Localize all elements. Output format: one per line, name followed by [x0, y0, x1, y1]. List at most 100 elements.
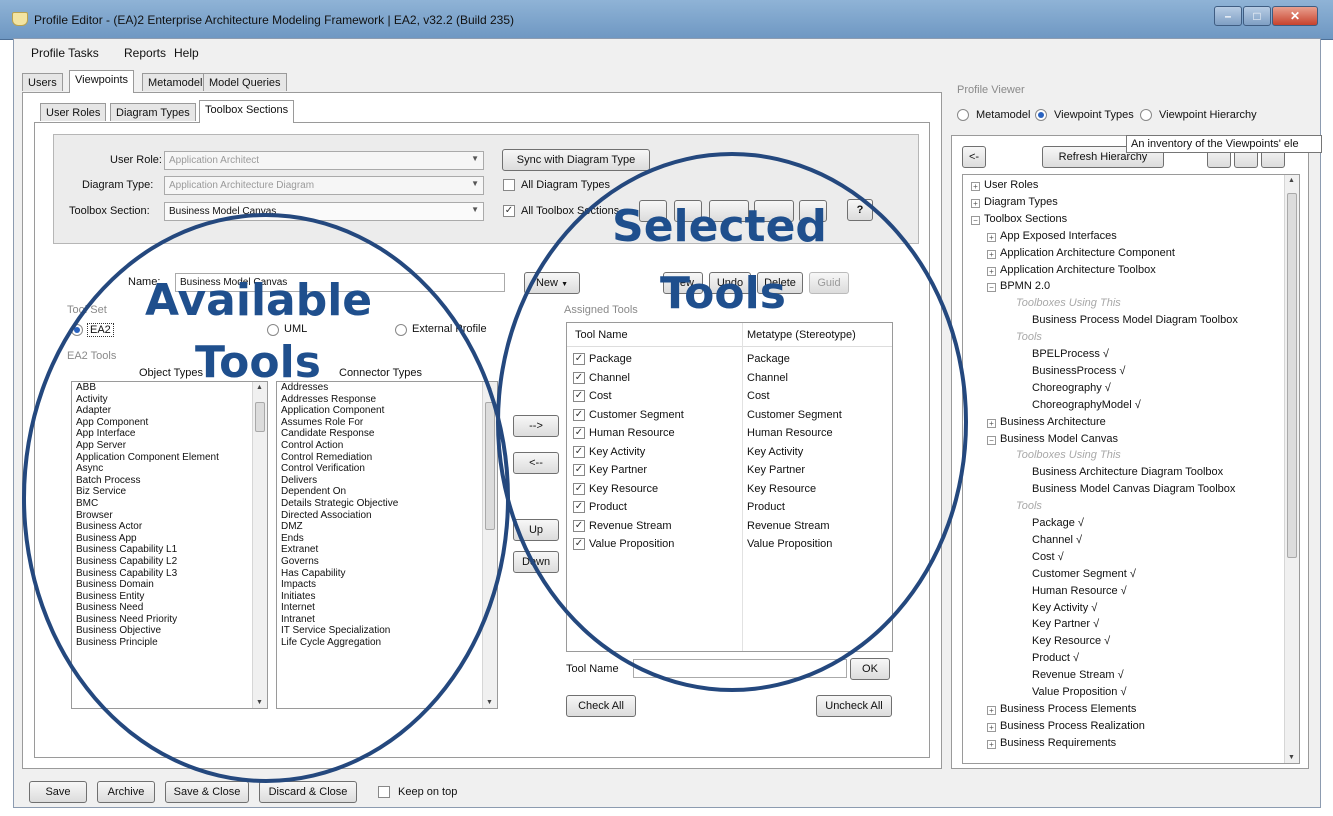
tab-viewpoints[interactable]: Viewpoints	[69, 70, 134, 93]
tree-node[interactable]: Tools	[1016, 500, 1042, 512]
profile-viewer-label: Profile Viewer	[957, 84, 1025, 96]
tree-node[interactable]: Toolboxes Using This	[1016, 449, 1121, 461]
viewer-viewpoint-types-radio[interactable]	[1035, 109, 1047, 121]
keep-on-top-checkbox[interactable]	[378, 786, 390, 798]
viewer-metamodel-radio[interactable]	[957, 109, 969, 121]
expand-icon[interactable]: +	[987, 739, 996, 749]
tree-node[interactable]: BusinessProcess √	[1032, 365, 1125, 377]
tree-node[interactable]: Channel √	[1032, 534, 1082, 546]
keep-on-top-label: Keep on top	[398, 786, 458, 798]
tree-node[interactable]: Revenue Stream √	[1032, 669, 1124, 681]
user-role-select[interactable]: Application Architect ▼	[164, 151, 484, 170]
tree-node[interactable]: Package √	[1032, 517, 1084, 529]
tree-node[interactable]: Business Process Realization	[1000, 720, 1145, 732]
expand-icon[interactable]: +	[987, 705, 996, 715]
profile-viewer-panel: <- Refresh Hierarchy + User Roles + Diagram…	[951, 135, 1309, 769]
tree-node[interactable]: Key Partner √	[1032, 618, 1099, 630]
tab-metamodel[interactable]: Metamodel	[142, 73, 209, 91]
tab-diagram-types[interactable]: Diagram Types	[110, 103, 196, 121]
tree-node[interactable]: Toolbox Sections	[984, 213, 1067, 225]
chevron-down-icon: ▼	[471, 154, 479, 163]
title-bar: Profile Editor - (EA)2 Enterprise Archit…	[0, 0, 1333, 40]
expand-icon[interactable]: +	[987, 266, 996, 276]
tree-node[interactable]: Business Process Model Diagram Toolbox	[1032, 314, 1238, 326]
app-icon	[12, 12, 28, 26]
diagram-type-select[interactable]: Application Architecture Diagram ▼	[164, 176, 484, 195]
menu-reports[interactable]: Reports	[124, 46, 166, 60]
collapse-icon[interactable]: −	[987, 435, 996, 445]
tab-user-roles[interactable]: User Roles	[40, 103, 107, 121]
tree-node[interactable]: Choreography √	[1032, 382, 1111, 394]
expand-icon[interactable]: +	[987, 722, 996, 732]
minimize-button[interactable]: –	[1214, 6, 1242, 26]
collapse-icon[interactable]: −	[987, 283, 996, 293]
tab-users[interactable]: Users	[22, 73, 63, 91]
viewer-viewpoint-hierarchy-radio[interactable]	[1140, 109, 1152, 121]
viewer-tooltip: An inventory of the Viewpoints' ele	[1126, 135, 1322, 153]
diagram-type-value: Application Architecture Diagram	[169, 180, 315, 191]
tree-node[interactable]: Customer Segment √	[1032, 568, 1136, 580]
save-button[interactable]: Save	[29, 781, 87, 803]
all-diagram-types-checkbox[interactable]	[503, 179, 515, 191]
tree-node[interactable]: ChoreographyModel √	[1032, 399, 1141, 411]
tree-node[interactable]: Value Proposition √	[1032, 686, 1127, 698]
viewer-viewpoint-types-label: Viewpoint Types	[1054, 109, 1134, 121]
scroll-up-icon: ▲	[1288, 177, 1295, 184]
user-role-label: User Role:	[110, 154, 162, 166]
tree-node[interactable]: Key Resource √	[1032, 635, 1110, 647]
maximize-button[interactable]: □	[1243, 6, 1271, 26]
uncheck-all-button[interactable]: Uncheck All	[816, 695, 892, 717]
tree-node[interactable]: Key Activity √	[1032, 602, 1097, 614]
tree-node[interactable]: App Exposed Interfaces	[1000, 230, 1117, 242]
viewer-back-button[interactable]: <-	[962, 146, 986, 168]
tree-node[interactable]: Business Architecture Diagram Toolbox	[1032, 466, 1223, 478]
tree-node[interactable]: Business Model Canvas Diagram Toolbox	[1032, 483, 1235, 495]
tree-node[interactable]: Business Model Canvas	[1000, 433, 1118, 445]
toolbox-section-select[interactable]: Business Model Canvas ▼	[164, 202, 484, 221]
archive-button[interactable]: Archive	[97, 781, 155, 803]
tree-node[interactable]: Tools	[1016, 331, 1042, 343]
tree-node[interactable]: BPMN 2.0	[1000, 280, 1050, 292]
chevron-down-icon: ▼	[471, 205, 479, 214]
tree-node[interactable]: Application Architecture Toolbox	[1000, 264, 1156, 276]
tool-name-label: Tool Name	[566, 663, 619, 675]
expand-icon[interactable]: +	[987, 249, 996, 259]
expand-icon[interactable]: +	[987, 232, 996, 242]
window-title: Profile Editor - (EA)2 Enterprise Archit…	[34, 13, 514, 27]
tab-toolbox-sections[interactable]: Toolbox Sections	[199, 100, 295, 123]
viewer-viewpoint-hierarchy-label: Viewpoint Hierarchy	[1159, 109, 1257, 121]
close-button[interactable]: ✕	[1272, 6, 1318, 26]
discard-close-button[interactable]: Discard & Close	[259, 781, 357, 803]
menu-profile-tasks[interactable]: Profile Tasks	[31, 46, 99, 60]
tab-model-queries[interactable]: Model Queries	[203, 73, 287, 91]
check-all-button[interactable]: Check All	[566, 695, 636, 717]
expand-icon[interactable]: +	[971, 198, 980, 208]
tree-node[interactable]: Business Architecture	[1000, 416, 1106, 428]
all-diagram-types-label: All Diagram Types	[521, 179, 611, 191]
tree-scrollbar[interactable]: ▲ ▼	[1284, 175, 1299, 763]
tree-node[interactable]: Product √	[1032, 652, 1079, 664]
tree-node[interactable]: User Roles	[984, 179, 1038, 191]
ok-button[interactable]: OK	[850, 658, 890, 680]
tree-node[interactable]: Cost √	[1032, 551, 1064, 563]
available-tools-annotation: Tools	[195, 337, 321, 388]
selected-annotation: Selected	[612, 201, 827, 252]
tree-node[interactable]: Diagram Types	[984, 196, 1058, 208]
scroll-thumb[interactable]	[1287, 193, 1297, 558]
tree-node[interactable]: Human Resource √	[1032, 585, 1127, 597]
expand-icon[interactable]: +	[971, 182, 980, 191]
available-annotation: Available	[145, 275, 373, 326]
all-toolbox-sections-checkbox[interactable]: ✓	[503, 205, 515, 217]
sync-diagram-type-button[interactable]: Sync with Diagram Type	[502, 149, 650, 171]
save-close-button[interactable]: Save & Close	[165, 781, 249, 803]
expand-icon[interactable]: +	[987, 418, 996, 428]
scroll-down-icon: ▼	[1288, 754, 1295, 761]
collapse-icon[interactable]: −	[971, 215, 980, 225]
tree-node[interactable]: BPELProcess √	[1032, 348, 1109, 360]
tree-node[interactable]: Business Requirements	[1000, 737, 1116, 749]
menu-help[interactable]: Help	[174, 46, 199, 60]
tree-node[interactable]: Toolboxes Using This	[1016, 297, 1121, 309]
tree-node[interactable]: Business Process Elements	[1000, 703, 1136, 715]
tree-node[interactable]: Application Architecture Component	[1000, 247, 1175, 259]
viewer-tree[interactable]: + User Roles + Diagram Types − Toolbox Sectio…	[962, 174, 1300, 764]
